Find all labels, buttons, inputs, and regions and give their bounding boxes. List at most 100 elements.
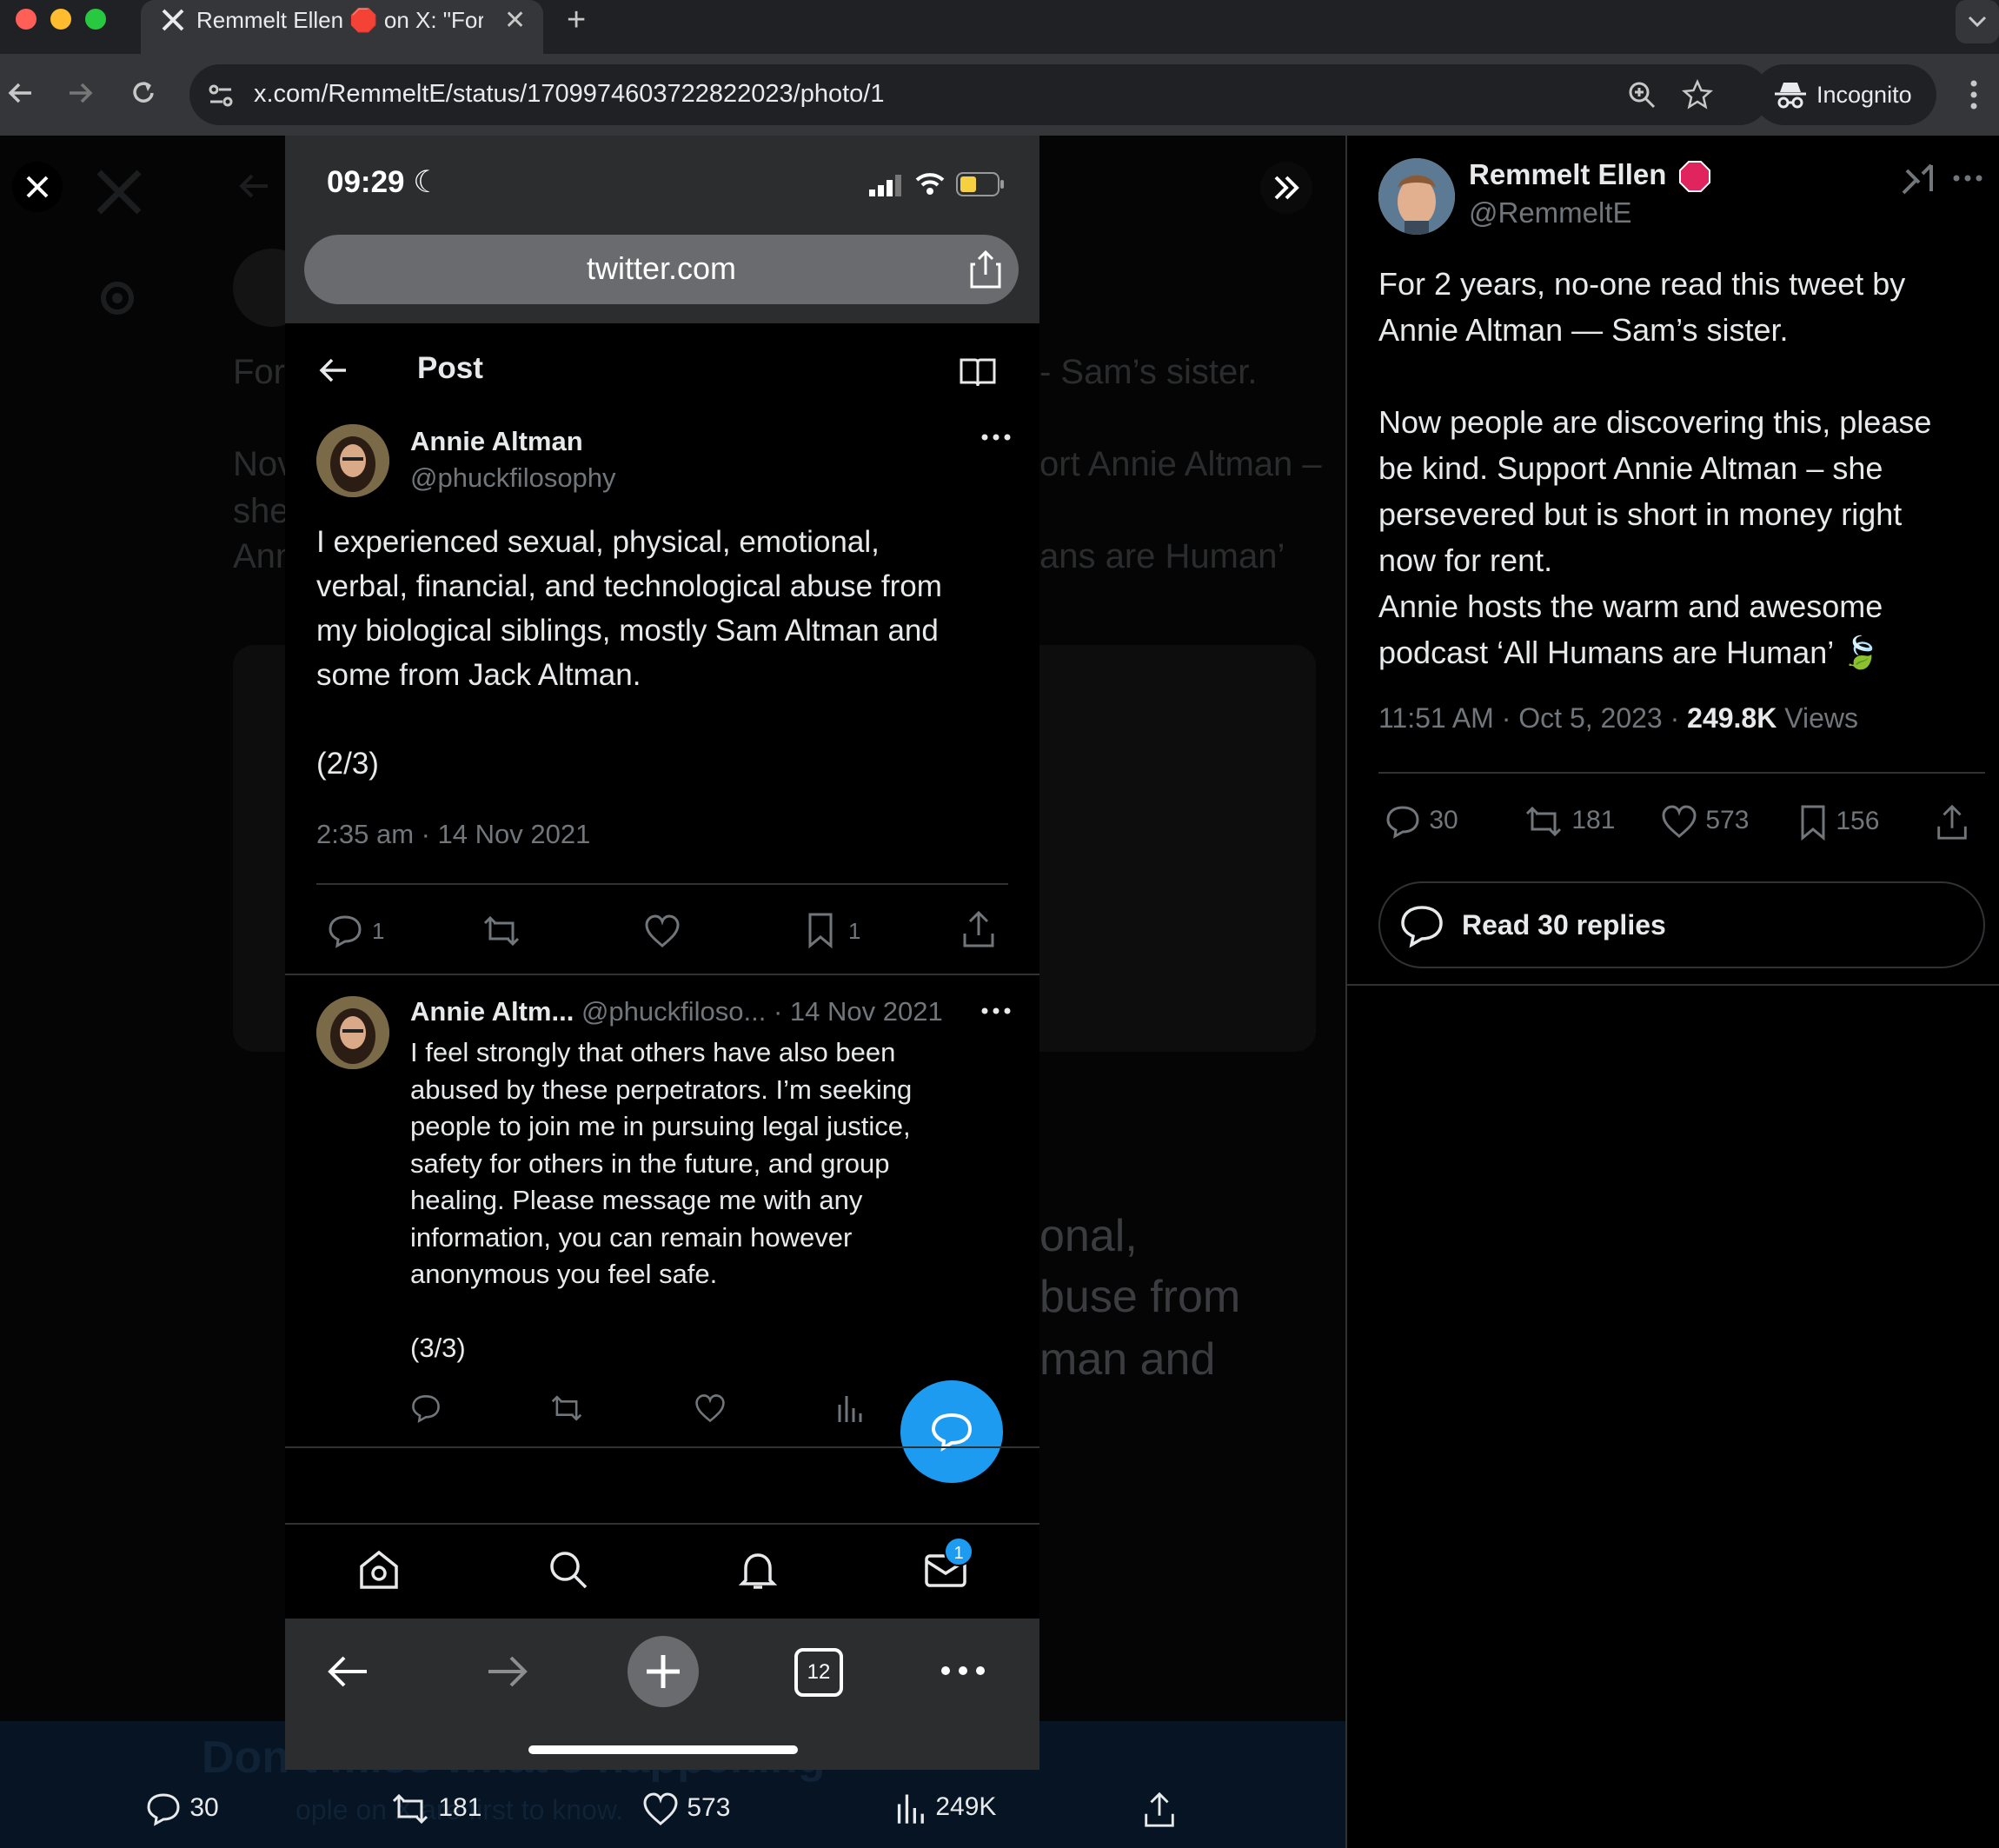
phone-back-icon[interactable]	[323, 1650, 372, 1693]
x-logo-icon	[160, 7, 186, 33]
post-body-line: verbal, financial, and technological abu…	[316, 569, 942, 603]
bookmark-icon[interactable]	[805, 911, 836, 949]
reply-author-name[interactable]: Annie Altm...	[410, 996, 574, 1027]
tab-close-icon[interactable]: ✕	[504, 5, 526, 36]
collapse-panel-button[interactable]	[1260, 162, 1312, 214]
new-tab-icon[interactable]: +	[567, 2, 586, 39]
window-minimize-dot[interactable]	[50, 9, 71, 30]
tweet-meta: 11:51 AM · Oct 5, 2023 · 249.8K Views	[1378, 702, 1858, 735]
remmelt-avatar[interactable]	[1378, 158, 1455, 235]
reload-icon[interactable]	[122, 71, 165, 115]
phone-more-icon[interactable]	[939, 1662, 987, 1679]
site-settings-icon[interactable]	[205, 80, 236, 111]
tweet-author-handle[interactable]: @RemmeltE	[1469, 196, 1632, 229]
phone-status-bar: 09:29 ☾ twitter.com	[285, 136, 1039, 323]
incognito-indicator[interactable]: Incognito	[1754, 64, 1936, 125]
reply-icon[interactable]	[327, 913, 363, 949]
phone-address-bar[interactable]: twitter.com	[304, 235, 1019, 304]
reply-like-icon[interactable]	[694, 1393, 727, 1424]
post-timestamp[interactable]: 2:35 am · 14 Nov 2021	[316, 819, 590, 850]
media-likes[interactable]: 573	[641, 1791, 730, 1827]
tweet-like-button[interactable]: 573	[1660, 803, 1749, 840]
bookmark-star-icon[interactable]	[1681, 78, 1714, 111]
tweet-author[interactable]: Remmelt Ellen	[1469, 158, 1711, 193]
reply-repost-icon[interactable]	[549, 1393, 584, 1424]
home-icon[interactable]	[356, 1547, 402, 1592]
media-replies-count: 30	[189, 1792, 219, 1822]
post-body-line: I experienced sexual, physical, emotiona…	[316, 525, 880, 559]
address-bar[interactable]: x.com/RemmeltE/status/170997460372282202…	[189, 64, 1770, 125]
window-zoom-dot[interactable]	[85, 9, 106, 30]
share-icon[interactable]	[968, 249, 1003, 290]
tweet-line: be kind. Support Annie Altman – she	[1378, 450, 1883, 486]
zoom-icon[interactable]	[1625, 78, 1658, 111]
bg-bleed-text: buse from	[1039, 1272, 1241, 1322]
phone-time: 09:29 ☾	[327, 165, 441, 199]
tab-search-button[interactable]	[1956, 0, 1999, 43]
grok-icon[interactable]	[1900, 162, 1935, 196]
tweet-bookmark-button[interactable]: 156	[1797, 803, 1879, 841]
tweet-repost-count: 181	[1571, 805, 1616, 834]
tweet-more-icon[interactable]	[1952, 172, 1983, 184]
bg-text-line: ans are Human’	[1039, 537, 1285, 575]
tweet-line: persevered but is short in money right	[1378, 496, 1903, 532]
reply-reply-icon[interactable]	[410, 1393, 442, 1424]
like-icon[interactable]	[643, 913, 681, 949]
back-arrow-icon[interactable]	[0, 71, 43, 115]
phone-url-text: twitter.com	[586, 250, 737, 286]
search-icon[interactable]	[546, 1547, 591, 1592]
reader-mode-icon[interactable]	[960, 356, 996, 388]
reply-author-avatar[interactable]	[316, 996, 389, 1069]
read-replies-label: Read 30 replies	[1462, 909, 1666, 941]
browser-tab-active[interactable]: Remmelt Ellen 🛑 on X: "For 2 ✕	[141, 0, 543, 54]
forward-arrow-icon[interactable]	[59, 71, 103, 115]
read-replies-button[interactable]: Read 30 replies	[1378, 881, 1985, 968]
media-views-count: 249K	[935, 1791, 997, 1821]
reply-date[interactable]: · 14 Nov 2021	[774, 996, 943, 1027]
post-author-name[interactable]: Annie Altman	[410, 426, 583, 457]
tweet-timestamp[interactable]: 11:51 AM · Oct 5, 2023 ·	[1378, 702, 1687, 734]
media-replies[interactable]: 30	[144, 1791, 219, 1827]
tweet-reply-button[interactable]: 30	[1384, 803, 1458, 840]
media-share-icon[interactable]	[1142, 1791, 1177, 1829]
tweet-text: For 2 years, no-one read this tweet by A…	[1378, 261, 1987, 675]
reply-more-icon[interactable]	[980, 1005, 1012, 1017]
settings-gear-icon	[94, 275, 141, 322]
tweet-repost-button[interactable]: 181	[1523, 803, 1615, 840]
reply-author-handle[interactable]: @phuckfiloso...	[581, 996, 766, 1027]
phone-new-tab-button[interactable]	[628, 1636, 699, 1707]
tweet-views-label: Views	[1777, 702, 1858, 734]
post-author-handle[interactable]: @phuckfilosophy	[410, 462, 616, 494]
close-viewer-button[interactable]	[12, 162, 63, 212]
more-options-icon[interactable]	[980, 431, 1012, 443]
repost-icon[interactable]	[481, 913, 521, 949]
share-post-icon[interactable]	[961, 909, 996, 949]
media-views[interactable]: 249K	[895, 1791, 996, 1825]
reply-body-line: healing. Please message me with any	[410, 1185, 863, 1215]
replies-bubble-icon	[1399, 904, 1448, 949]
post-header-title: Post	[417, 351, 483, 385]
tweet-line: podcast ‘All Humans are Human’ 🍃	[1378, 635, 1881, 670]
compose-reply-button[interactable]	[900, 1380, 1003, 1483]
browser-tab-strip: Remmelt Ellen 🛑 on X: "For 2 ✕ +	[0, 0, 1999, 54]
reply-thread-marker: (3/3)	[410, 1332, 466, 1363]
notifications-bell-icon[interactable]	[735, 1547, 780, 1592]
tweet-views-count: 249.8K	[1687, 702, 1777, 734]
tweet-line: For 2 years, no-one read this tweet by	[1378, 266, 1906, 302]
reply-body-line: abused by these perpetrators. I’m seekin…	[410, 1074, 913, 1105]
phone-forward-icon[interactable]	[483, 1650, 532, 1693]
tweet-share-icon[interactable]	[1935, 803, 1969, 841]
phone-tabs-count[interactable]: 12	[794, 1648, 843, 1697]
window-close-dot[interactable]	[16, 9, 37, 30]
tweet-like-count: 573	[1705, 805, 1750, 834]
tweet-author-name[interactable]: Remmelt Ellen	[1469, 158, 1666, 190]
post-back-arrow-icon[interactable]	[316, 353, 351, 388]
media-reposts[interactable]: 181	[389, 1791, 481, 1827]
reply-views-icon[interactable]	[836, 1393, 866, 1424]
annie-avatar[interactable]	[316, 424, 389, 497]
tweet-line: now for rent.	[1378, 542, 1553, 578]
incognito-label: Incognito	[1816, 82, 1912, 108]
reply-body-line: people to join me in pursuing legal just…	[410, 1111, 911, 1141]
browser-menu-icon[interactable]	[1961, 76, 1987, 113]
reply-body-line: anonymous you feel safe.	[410, 1259, 718, 1289]
